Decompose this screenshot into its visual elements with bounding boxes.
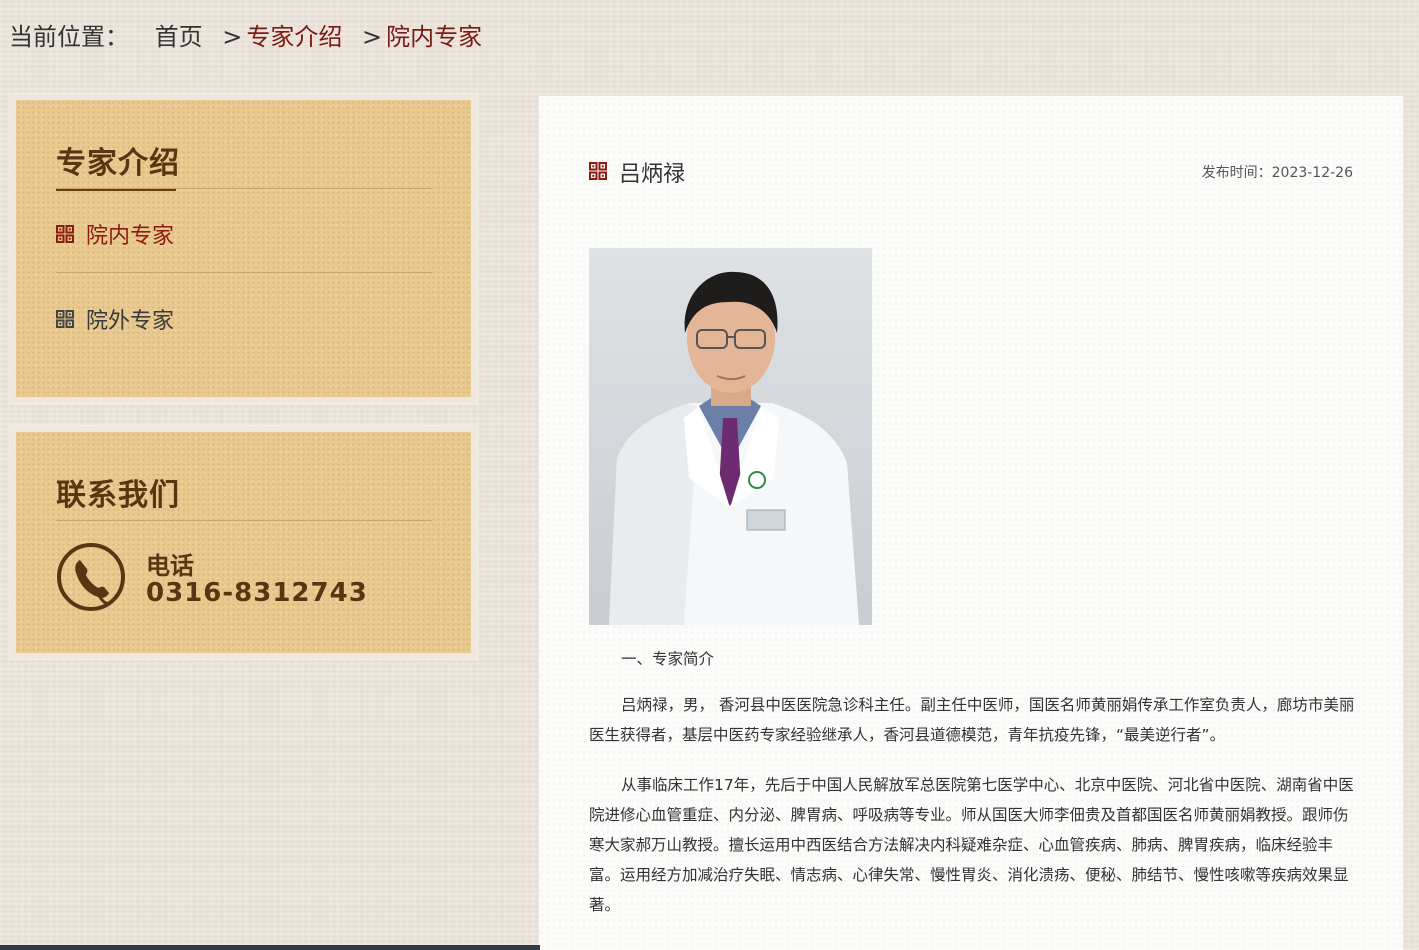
breadcrumb-separator: >: [362, 23, 383, 51]
breadcrumb-home-link[interactable]: 首页: [155, 23, 203, 51]
breadcrumb-level1-link[interactable]: 专家介绍: [246, 23, 342, 51]
article-title: 吕炳禄: [619, 162, 686, 187]
sidebar-item-external-experts[interactable]: 院外专家: [56, 303, 174, 335]
contact-panel: 联系我们 电话 0316-8312743: [9, 425, 478, 660]
article-paragraph: 吕炳禄，男， 香河县中医医院急诊科主任。副主任中医师，国医名师黄丽娟传承工作室负…: [589, 696, 1355, 744]
fret-pattern-icon: [56, 225, 74, 243]
divider: [56, 272, 432, 273]
breadcrumb: 当前位置： 首页 > 专家介绍 > 院内专家: [9, 20, 482, 54]
fret-pattern-icon: [589, 162, 607, 184]
sidebar-item-inhouse-experts[interactable]: 院内专家: [56, 218, 174, 250]
article-paragraph: 从事临床工作17年，先后于中国人民解放军总医院第七医学中心、北京中医院、河北省中…: [589, 776, 1354, 914]
publish-date-value: 2023-12-26: [1271, 165, 1353, 181]
section-heading: 一、专家简介: [621, 650, 715, 668]
article-body: 一、专家简介 吕炳禄，男， 香河县中医医院急诊科主任。副主任中医师，国医名师黄丽…: [589, 644, 1355, 940]
footer-strip: [0, 945, 540, 950]
expert-nav-title: 专家介绍: [56, 146, 180, 181]
fret-pattern-icon: [56, 310, 74, 328]
publish-date: 发布时间：2023-12-26: [1202, 162, 1353, 182]
phone-number[interactable]: 0316-8312743: [146, 578, 368, 608]
sidebar-item-label: 院外专家: [86, 309, 175, 334]
phone-icon: [56, 542, 126, 612]
sidebar-item-label: 院内专家: [86, 224, 175, 249]
publish-label: 发布时间：: [1201, 165, 1272, 181]
breadcrumb-separator: >: [222, 23, 243, 51]
article-panel: 吕炳禄 发布时间：2023-12-26 一、专家简介 吕炳禄，男， 香河县中医医…: [538, 95, 1404, 950]
breadcrumb-level2-link[interactable]: 院内专家: [386, 23, 482, 51]
article-header: 吕炳禄 发布时间：2023-12-26: [589, 154, 1353, 190]
phone-label: 电话: [146, 552, 194, 580]
divider: [56, 188, 432, 189]
expert-nav-panel: 专家介绍 院内专家 院外专家: [9, 93, 478, 404]
divider: [56, 520, 432, 521]
doctor-portrait: [589, 248, 872, 625]
breadcrumb-prefix: 当前位置：: [9, 23, 129, 51]
contact-title: 联系我们: [56, 478, 180, 513]
